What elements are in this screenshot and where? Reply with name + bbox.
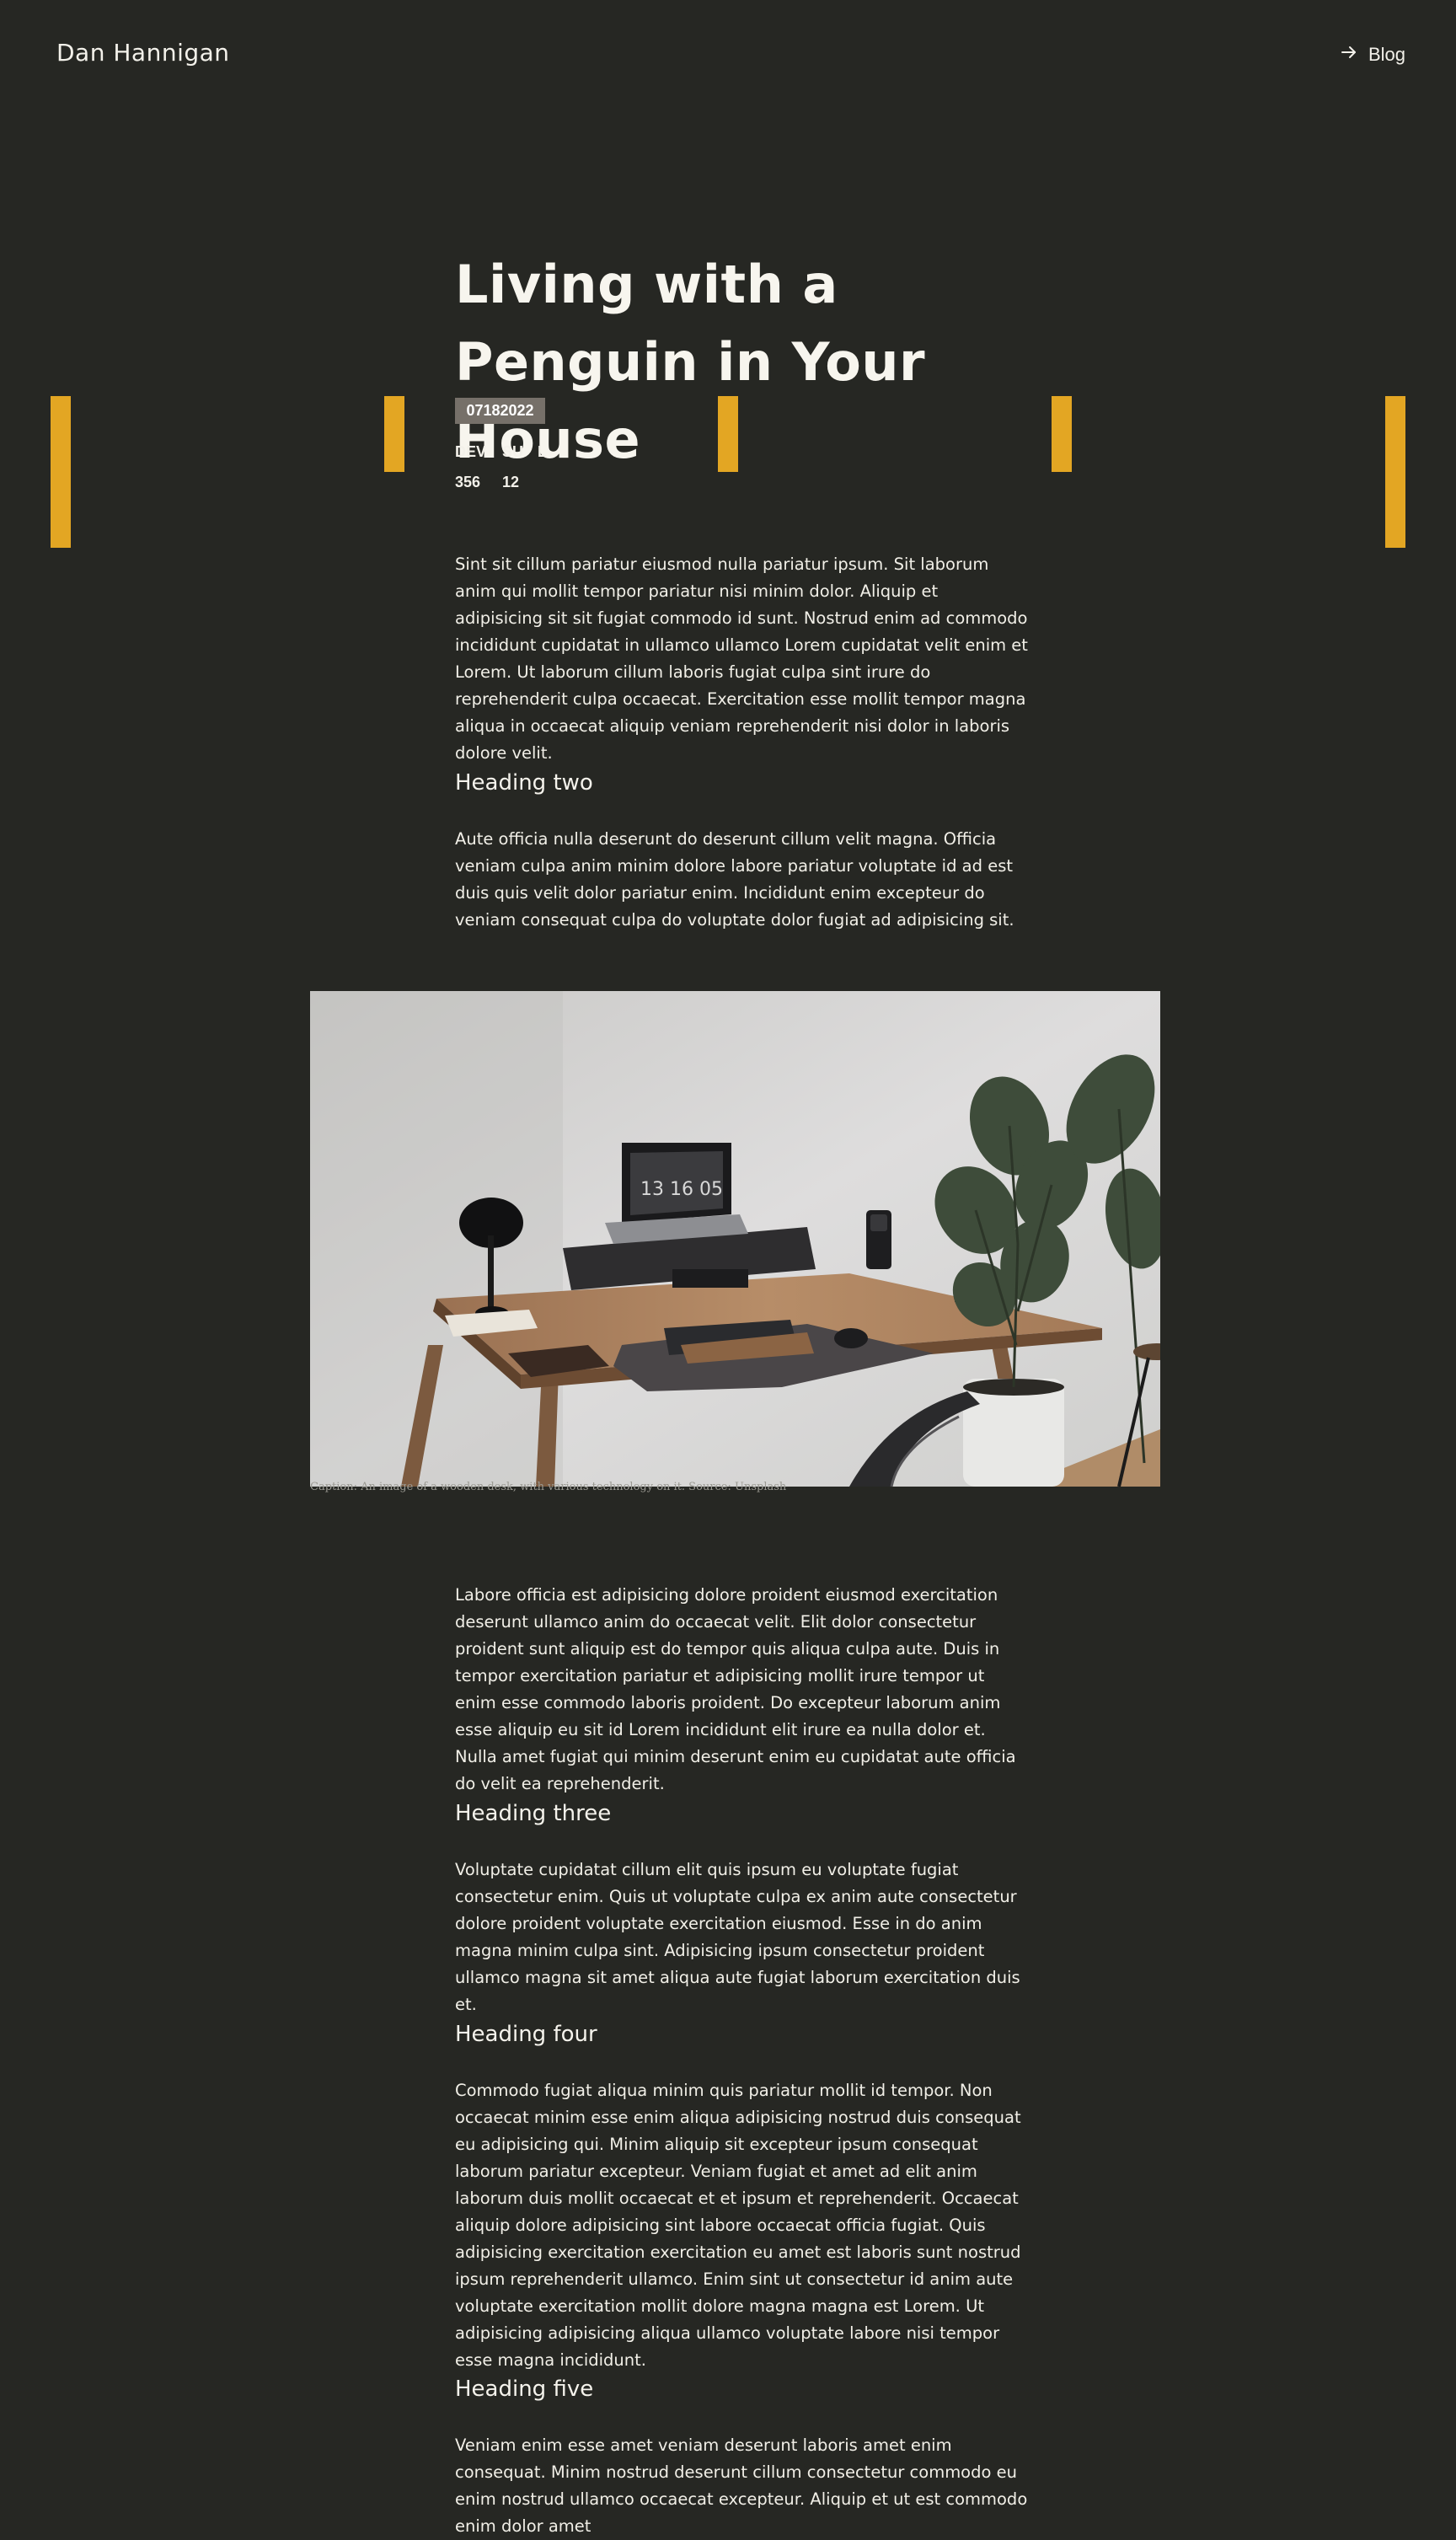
desk-photo: 13 16 05 (310, 991, 1160, 1487)
article-paragraph: Aute officia nulla deserunt do deserunt … (455, 829, 1014, 930)
section-heading: Heading five (455, 2377, 594, 2402)
article-figure: 13 16 05 (310, 991, 1160, 1487)
section-heading: Heading two (455, 770, 593, 796)
section-heading: Heading four (455, 2022, 597, 2047)
article-paragraph: Voluptate cupidatat cillum elit quis ips… (455, 1860, 1020, 2014)
article-meta: DEV SU L 356 12 (455, 442, 547, 502)
accent-bar (51, 396, 71, 548)
accent-bar (384, 396, 404, 472)
meta-label: L (538, 443, 547, 460)
article-paragraph: Sint sit cillum pariatur eiusmod nulla p… (455, 555, 1028, 763)
laptop-clock: 13 16 05 (640, 1179, 723, 1200)
arrow-right-icon (1340, 43, 1358, 67)
image-caption: Caption: An image of a wooden desk, with… (310, 1481, 787, 1493)
site-name-link[interactable]: Dan Hannigan (56, 39, 230, 67)
article-paragraph: Veniam enim esse amet veniam deserunt la… (455, 2436, 1028, 2536)
section-heading: Heading three (455, 1801, 612, 1826)
accent-bar (1385, 396, 1405, 548)
date-badge: 07182022 (455, 398, 545, 424)
meta-value: 356 (455, 474, 481, 490)
meta-value: 12 (502, 474, 520, 490)
article-title: Living with a Penguin in Your House (455, 254, 926, 470)
blog-link-label: Blog (1368, 44, 1405, 65)
meta-label: SU (502, 443, 524, 460)
article-paragraph: Commodo fugiat aliqua minim quis pariatu… (455, 2081, 1021, 2370)
article-paragraph: Labore officia est adipisicing dolore pr… (455, 1585, 1016, 1793)
meta-label: DEV (455, 443, 487, 460)
site-header: Dan Hannigan Blog (0, 0, 1456, 113)
blog-link[interactable]: Blog (1340, 43, 1405, 67)
